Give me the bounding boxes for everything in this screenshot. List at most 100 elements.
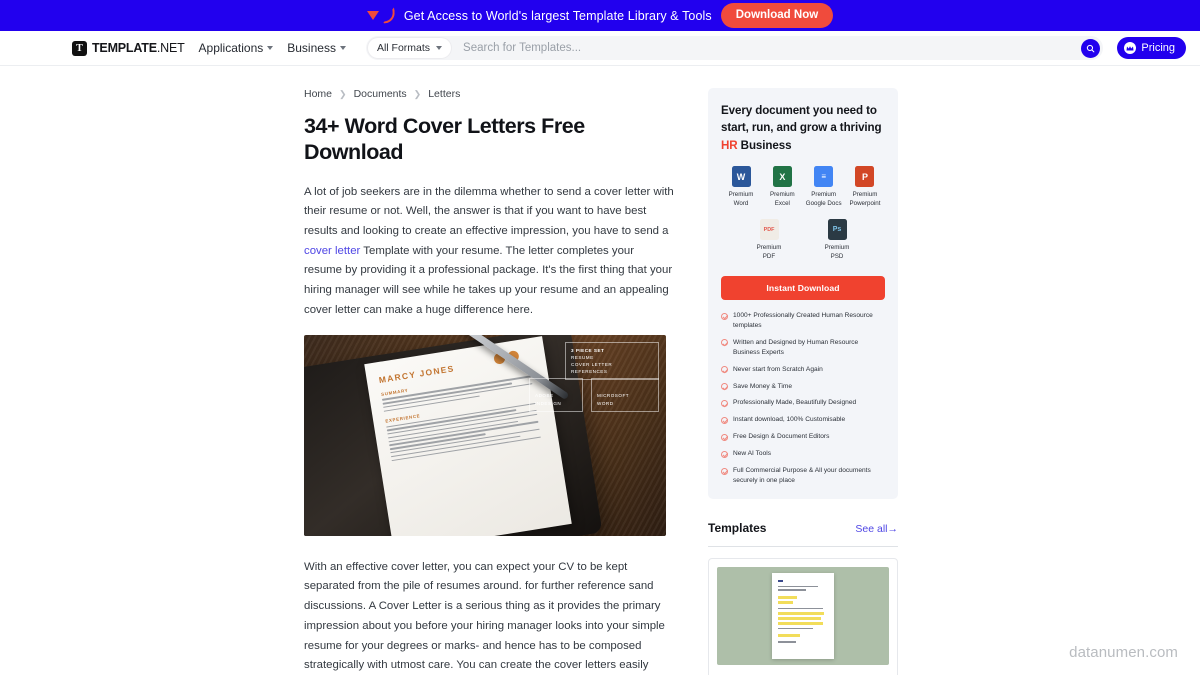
promo-icon-group <box>366 7 396 24</box>
format-filter-label: All Formats <box>376 42 431 54</box>
feature-item: Written and Designed by Human Resource B… <box>721 338 885 358</box>
breadcrumb-item-letters[interactable]: Letters <box>428 88 460 100</box>
google-docs-icon: ≡ <box>814 166 834 188</box>
excel-icon: X <box>772 166 792 188</box>
check-circle-icon <box>721 399 728 407</box>
check-circle-icon <box>721 366 728 374</box>
hero-image: MARCY JONES SUMMARY EXPERIENCE 3 PIECE S… <box>304 334 666 536</box>
nav-item-business[interactable]: Business <box>287 41 346 55</box>
format-icons-grid: W Premium Word X Premium Excel ≡ Premium Go… <box>721 166 885 262</box>
feature-label: Instant download, 100% Customisable <box>733 416 846 424</box>
feature-list: 1000+ Professionally Created Human Resou… <box>721 311 885 486</box>
overlay-set-items: RESUME COVER LETTER REFERENCES <box>571 354 613 374</box>
format-item-powerpoint[interactable]: P Premium Powerpoint <box>845 166 885 209</box>
instant-download-button[interactable]: Instant Download <box>721 276 885 301</box>
main-column: Home ❯ Documents ❯ Letters 34+ Word Cove… <box>304 88 674 675</box>
overlay-software-indesign: ADOBE INDESIGN <box>529 377 583 412</box>
templates-heading: Templates <box>708 520 767 535</box>
chevron-down-icon <box>339 46 346 50</box>
paragraph-1-part-a: A lot of job seekers are in the dilemma … <box>304 185 674 238</box>
feature-label: Free Design & Document Editors <box>733 433 830 441</box>
promo-text: Get Access to World's largest Template L… <box>403 8 712 23</box>
feature-label: Never start from Scratch Again <box>733 365 823 373</box>
powerpoint-icon: P <box>855 166 875 188</box>
nav-item-business-label: Business <box>287 41 336 55</box>
content-area: Home ❯ Documents ❯ Letters 34+ Word Cove… <box>0 66 1200 675</box>
nav-item-applications[interactable]: Applications <box>199 41 274 55</box>
promo-title-line2: start, run, and grow a thriving <box>721 121 882 135</box>
format-item-google-docs[interactable]: ≡ Premium Google Docs <box>804 166 844 209</box>
promo-title-line1: Every document you need to <box>721 104 877 117</box>
paragraph-1-part-b: Template with your resume. The letter co… <box>304 244 673 316</box>
feature-item: New AI Tools <box>721 449 885 459</box>
search-button[interactable] <box>1081 38 1101 58</box>
pricing-button[interactable]: Pricing <box>1117 37 1186 59</box>
psd-icon: Ps <box>827 219 847 241</box>
format-item-pdf[interactable]: PDF Premium PDF <box>749 219 789 262</box>
logo-text: TEMPLATE.NET <box>92 41 185 55</box>
format-item-excel[interactable]: X Premium Excel <box>762 166 802 209</box>
feature-item: Never start from Scratch Again <box>721 365 885 375</box>
feature-label: Written and Designed by Human Resource B… <box>733 338 859 356</box>
format-label-word: Premium Word <box>728 191 754 208</box>
promo-banner: Get Access to World's largest Template L… <box>0 0 1200 31</box>
feature-item: Professionally Made, Beautifully Designe… <box>721 398 885 408</box>
see-all-link[interactable]: See all→ <box>855 523 898 535</box>
format-label-pdf: Premium PDF <box>756 244 782 261</box>
logo-bold: TEMPLATE <box>92 41 157 55</box>
templates-section-header: Templates See all→ <box>708 521 898 535</box>
logo[interactable]: T TEMPLATE.NET <box>72 40 185 56</box>
format-item-word[interactable]: W Premium Word <box>721 166 761 209</box>
search-icon <box>1087 44 1095 52</box>
page-root: Get Access to World's largest Template L… <box>0 0 1200 675</box>
cover-letter-link[interactable]: cover letter <box>304 245 360 257</box>
sidebar: Every document you need to start, run, a… <box>708 88 898 675</box>
check-circle-icon <box>721 339 728 347</box>
watermark: datanumen.com <box>1069 644 1178 661</box>
logo-light: .NET <box>156 41 185 55</box>
crown-icon <box>1124 42 1137 54</box>
template-document-preview <box>772 572 834 659</box>
promo-title-highlight: HR <box>721 138 738 152</box>
resume-document: MARCY JONES SUMMARY EXPERIENCE <box>364 335 572 536</box>
breadcrumb-item-documents[interactable]: Documents <box>354 88 407 100</box>
logo-mark-icon: T <box>72 40 87 56</box>
format-label-excel: Premium Excel <box>769 191 795 208</box>
overlay-piece-set: 3 PIECE SET RESUME COVER LETTER REFERENC… <box>565 341 659 381</box>
overlay-set-title: 3 PIECE SET <box>571 347 605 353</box>
divider <box>708 545 898 547</box>
overlay-software-word: MICROSOFT WORD <box>591 377 659 412</box>
feature-item: Instant download, 100% Customisable <box>721 415 885 425</box>
pricing-label: Pricing <box>1141 42 1175 54</box>
article-paragraph-1: A lot of job seekers are in the dilemma … <box>304 183 674 321</box>
format-item-psd[interactable]: Ps Premium PSD <box>817 219 857 262</box>
chevron-down-icon <box>436 46 443 50</box>
check-circle-icon <box>721 312 728 320</box>
breadcrumb-item-home[interactable]: Home <box>304 88 332 100</box>
check-circle-icon <box>721 433 728 441</box>
format-label-psd: Premium PSD <box>824 244 850 261</box>
download-now-button[interactable]: Download Now <box>720 3 834 28</box>
pdf-icon: PDF <box>759 219 779 241</box>
feature-label: 1000+ Professionally Created Human Resou… <box>733 312 873 329</box>
template-card[interactable]: Medical Office Receptionist Cover Letter <box>708 557 898 675</box>
search-bar: All Formats <box>365 36 1104 60</box>
check-circle-icon <box>721 383 728 391</box>
format-label-powerpoint: Premium Powerpoint <box>849 191 881 208</box>
chevron-down-icon <box>267 46 274 50</box>
feature-item: Full Commercial Purpose & All your docum… <box>721 466 885 486</box>
navbar: T TEMPLATE.NET Applications Business All… <box>0 31 1200 66</box>
feature-label: Professionally Made, Beautifully Designe… <box>733 399 857 407</box>
overlay-software-2-label: MICROSOFT WORD <box>597 393 630 406</box>
check-circle-icon <box>721 416 728 424</box>
feature-item: Save Money & Time <box>721 382 885 392</box>
hr-promo-card: Every document you need to start, run, a… <box>708 88 898 499</box>
feature-label: Save Money & Time <box>733 382 793 390</box>
promo-card-title: Every document you need to start, run, a… <box>721 102 885 154</box>
search-input[interactable] <box>463 42 1104 54</box>
format-filter-dropdown[interactable]: All Formats <box>367 38 452 58</box>
template-thumbnail <box>717 566 889 665</box>
feature-label: Full Commercial Purpose & All your docum… <box>733 467 871 484</box>
overlay-software-1-label: ADOBE INDESIGN <box>535 393 562 406</box>
format-icons-row-2: PDF Premium PDF Ps Premium PSD <box>721 219 885 262</box>
